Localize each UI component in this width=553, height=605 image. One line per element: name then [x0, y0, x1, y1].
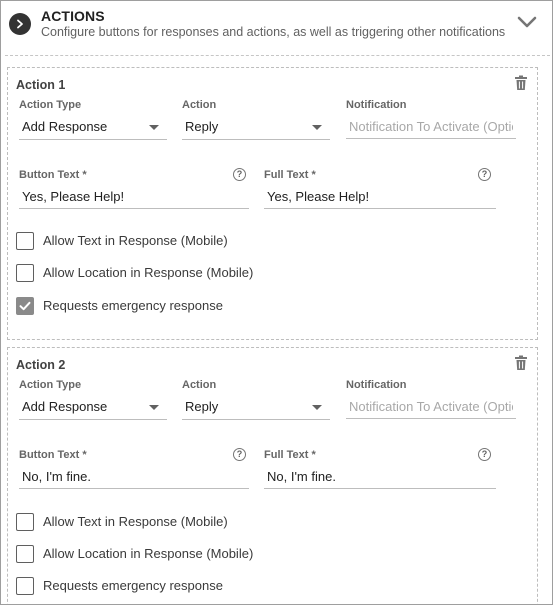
- allow-text-label: Allow Text in Response (Mobile): [43, 514, 228, 529]
- allow-text-checkbox[interactable]: [16, 232, 34, 250]
- action-value: Reply: [185, 119, 219, 134]
- button-text-input[interactable]: [19, 464, 249, 489]
- emergency-label: Requests emergency response: [43, 298, 223, 313]
- button-text-input[interactable]: [19, 184, 249, 209]
- help-icon[interactable]: ?: [233, 168, 246, 181]
- button-text-field: Button Text *: [19, 169, 249, 209]
- allow-location-checkbox-row[interactable]: Allow Location in Response (Mobile): [16, 264, 316, 284]
- check-icon: [19, 301, 31, 311]
- emergency-checkbox[interactable]: [16, 577, 34, 595]
- dropdown-arrow-icon: [312, 125, 322, 130]
- action-type-field: Action Type Add Response: [19, 379, 167, 421]
- trash-icon[interactable]: [514, 75, 528, 91]
- trash-icon[interactable]: [514, 355, 528, 371]
- button-text-label: Button Text *: [19, 169, 87, 181]
- section-subtitle: Configure buttons for responses and acti…: [41, 25, 506, 39]
- actions-header: ACTIONS Configure buttons for responses …: [1, 1, 552, 55]
- dropdown-arrow-icon: [149, 405, 159, 410]
- button-text-label: Button Text *: [19, 449, 87, 461]
- full-text-label: Full Text *: [264, 449, 316, 461]
- allow-text-checkbox-row[interactable]: Allow Text in Response (Mobile): [16, 232, 316, 252]
- section-title: ACTIONS: [41, 8, 105, 24]
- full-text-input[interactable]: [264, 464, 496, 489]
- allow-location-label: Allow Location in Response (Mobile): [43, 265, 254, 280]
- allow-location-label: Allow Location in Response (Mobile): [43, 546, 254, 561]
- notification-field: Notification: [346, 99, 516, 141]
- action-select[interactable]: Reply: [182, 114, 330, 140]
- action-select[interactable]: Reply: [182, 394, 330, 420]
- emergency-checkbox-row[interactable]: Requests emergency response: [16, 577, 316, 597]
- action-value: Reply: [185, 399, 219, 414]
- help-icon[interactable]: ?: [478, 168, 491, 181]
- allow-location-checkbox-row[interactable]: Allow Location in Response (Mobile): [16, 545, 316, 565]
- action-type-select[interactable]: Add Response: [19, 114, 167, 140]
- notification-label: Notification: [346, 99, 407, 111]
- dropdown-arrow-icon: [149, 125, 159, 130]
- action-type-label: Action Type: [19, 99, 82, 111]
- allow-location-checkbox[interactable]: [16, 264, 34, 282]
- action-type-value: Add Response: [22, 399, 108, 414]
- button-text-field: Button Text *: [19, 449, 249, 489]
- allow-text-checkbox-row[interactable]: Allow Text in Response (Mobile): [16, 513, 316, 533]
- allow-text-checkbox[interactable]: [16, 513, 34, 531]
- emergency-checkbox-row[interactable]: Requests emergency response: [16, 297, 316, 317]
- help-icon[interactable]: ?: [233, 448, 246, 461]
- action-card-1: Action 1 Action Type Add Response Action…: [7, 67, 538, 340]
- chevron-right-icon[interactable]: [9, 13, 31, 35]
- header-divider: [5, 55, 550, 56]
- action-title: Action 2: [16, 358, 66, 372]
- full-text-field: Full Text *: [264, 169, 496, 209]
- full-text-label: Full Text *: [264, 169, 316, 181]
- full-text-input[interactable]: [264, 184, 496, 209]
- action-type-field: Action Type Add Response: [19, 99, 167, 141]
- action-label: Action: [182, 99, 217, 111]
- action-title: Action 1: [16, 78, 66, 92]
- full-text-field: Full Text *: [264, 449, 496, 489]
- allow-text-label: Allow Text in Response (Mobile): [43, 233, 228, 248]
- action-field: Action Reply: [182, 99, 330, 141]
- action-type-select[interactable]: Add Response: [19, 394, 167, 420]
- notification-input[interactable]: [346, 114, 516, 139]
- notification-label: Notification: [346, 379, 407, 391]
- action-label: Action: [182, 379, 217, 391]
- actions-panel: ACTIONS Configure buttons for responses …: [0, 0, 553, 605]
- action-field: Action Reply: [182, 379, 330, 421]
- help-icon[interactable]: ?: [478, 448, 491, 461]
- action-type-label: Action Type: [19, 379, 82, 391]
- emergency-checkbox[interactable]: [16, 297, 34, 315]
- chevron-down-icon[interactable]: [515, 13, 539, 31]
- emergency-label: Requests emergency response: [43, 578, 223, 593]
- notification-field: Notification: [346, 379, 516, 421]
- dropdown-arrow-icon: [312, 405, 322, 410]
- allow-location-checkbox[interactable]: [16, 545, 34, 563]
- notification-input[interactable]: [346, 394, 516, 419]
- action-card-2: Action 2 Action Type Add Response Action…: [7, 347, 538, 604]
- action-type-value: Add Response: [22, 119, 108, 134]
